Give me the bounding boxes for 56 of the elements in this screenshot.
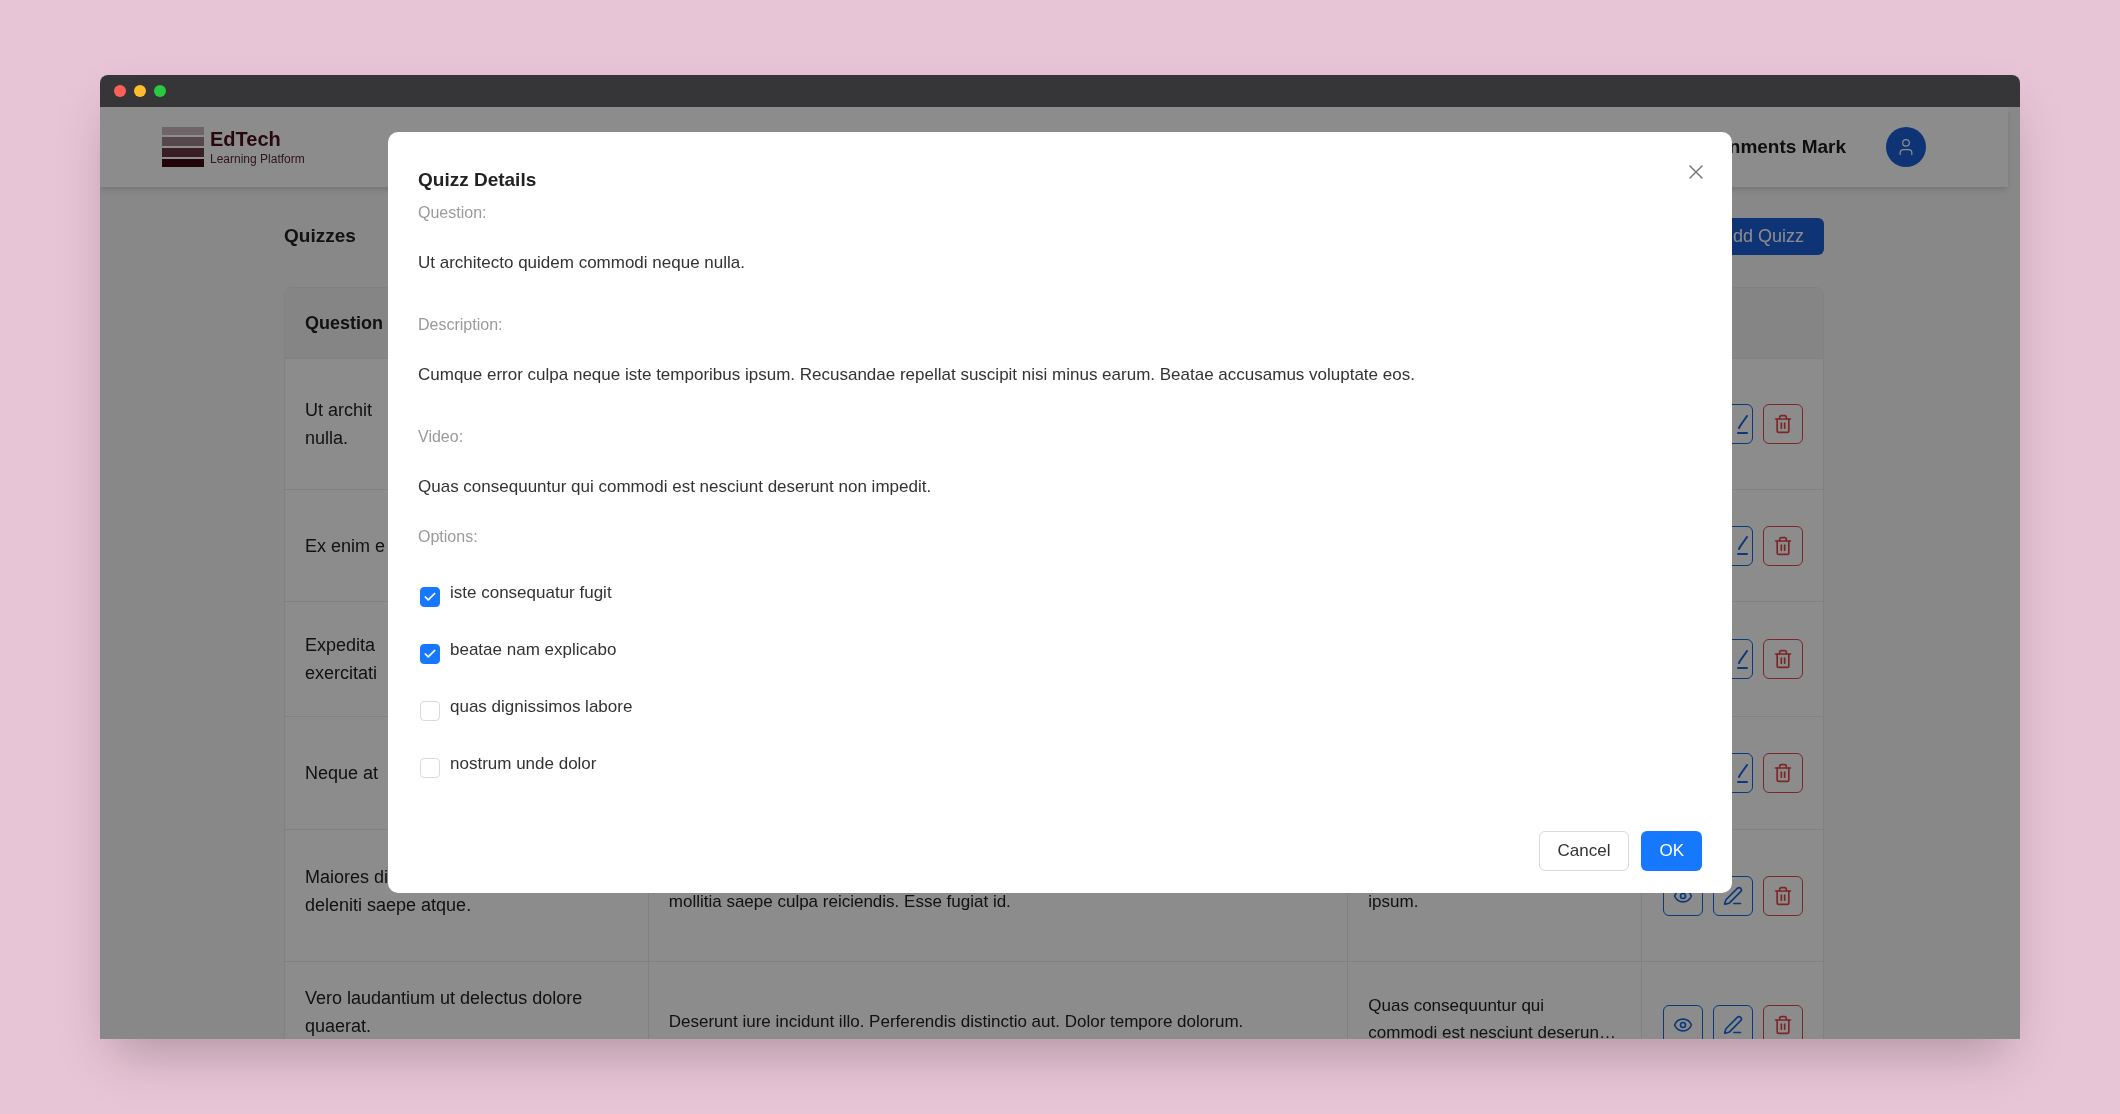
option-label: iste consequatur fugit bbox=[450, 581, 612, 604]
question-cell-text: Maiores di bbox=[305, 866, 390, 889]
dialog-title: Quizz Details bbox=[418, 168, 537, 192]
field-label: Video: bbox=[418, 426, 465, 447]
question-cell-text: exercitati bbox=[305, 662, 378, 685]
field-value: Cumque error culpa neque iste temporibus ipsum. Recusandae repellat suscipit nisi minus earum. Beatae accusamus voluptate eos. bbox=[418, 363, 1416, 386]
trash-icon bbox=[1773, 535, 1793, 556]
eye-icon bbox=[1673, 1015, 1694, 1035]
pencil-icon bbox=[1723, 886, 1744, 906]
option-label: nostrum unde dolor bbox=[450, 752, 597, 775]
question-cell-text: deleniti saepe atque. bbox=[305, 894, 473, 917]
ok-button[interactable]: OK bbox=[1641, 831, 1702, 871]
delete-button[interactable] bbox=[1763, 404, 1803, 444]
delete-button[interactable] bbox=[1763, 639, 1803, 679]
field-value: Ut architecto quidem commodi neque nulla. bbox=[418, 251, 746, 274]
question-cell-text: Neque at bbox=[305, 762, 379, 785]
pencil-icon bbox=[1736, 414, 1748, 434]
delete-button[interactable] bbox=[1763, 525, 1803, 566]
trash-icon bbox=[1773, 1015, 1794, 1035]
cancel-button[interactable]: Cancel bbox=[1538, 831, 1630, 871]
trash-icon bbox=[1773, 763, 1793, 783]
video-cell-text: Quas consequuntur qui bbox=[1368, 995, 1546, 1017]
description-cell-text: Deserunt iure incidunt illo. Perferendis distinctio aut. Dolor tempore dolorum. bbox=[668, 1011, 1245, 1033]
question-cell-text: Vero laudantium ut delectus dolore bbox=[305, 987, 584, 1010]
question-cell-text: Ex enim e bbox=[305, 534, 386, 558]
delete-button[interactable] bbox=[1763, 876, 1804, 916]
column-header: Question bbox=[305, 311, 383, 335]
description-cell-text: mollitia saepe culpa reiciendis. Esse fugiat id. bbox=[668, 891, 1012, 913]
options-label: Options: bbox=[418, 526, 479, 547]
field-value: Quas consequuntur qui commodi est nesciunt deserunt non impedit. bbox=[418, 475, 933, 498]
delete-button[interactable] bbox=[1763, 1005, 1804, 1039]
pencil-icon bbox=[1736, 649, 1748, 669]
trash-icon bbox=[1773, 886, 1794, 906]
pencil-icon bbox=[1736, 536, 1748, 555]
delete-button[interactable] bbox=[1763, 753, 1803, 793]
question-cell-text: Ut archit bbox=[305, 399, 373, 422]
field-label: Description: bbox=[418, 314, 504, 335]
pencil-icon bbox=[1723, 1015, 1744, 1035]
question-cell-text: quaerat. bbox=[305, 1015, 373, 1038]
option-label: quas dignissimos labore bbox=[450, 695, 633, 718]
trash-icon bbox=[1773, 414, 1793, 434]
video-cell-text: ipsum. bbox=[1368, 891, 1420, 913]
user-avatar[interactable] bbox=[1886, 127, 1926, 167]
pencil-icon bbox=[1736, 763, 1748, 783]
video-cell-text: commodi est nesciunt deserun… bbox=[1368, 1022, 1617, 1039]
page-title: Quizzes bbox=[284, 224, 356, 249]
question-cell-text: Expedita bbox=[305, 634, 377, 657]
field-label: Question: bbox=[418, 202, 488, 223]
option-label: beatae nam explicabo bbox=[450, 638, 617, 661]
option-checkbox[interactable] bbox=[420, 643, 440, 664]
logo-icon bbox=[162, 127, 204, 167]
brand-tagline: Learning Platform bbox=[210, 152, 305, 167]
question-cell-text: nulla. bbox=[305, 427, 350, 450]
trash-icon bbox=[1773, 649, 1793, 669]
option-checkbox[interactable] bbox=[420, 586, 440, 607]
brand-name: EdTech bbox=[210, 127, 282, 152]
